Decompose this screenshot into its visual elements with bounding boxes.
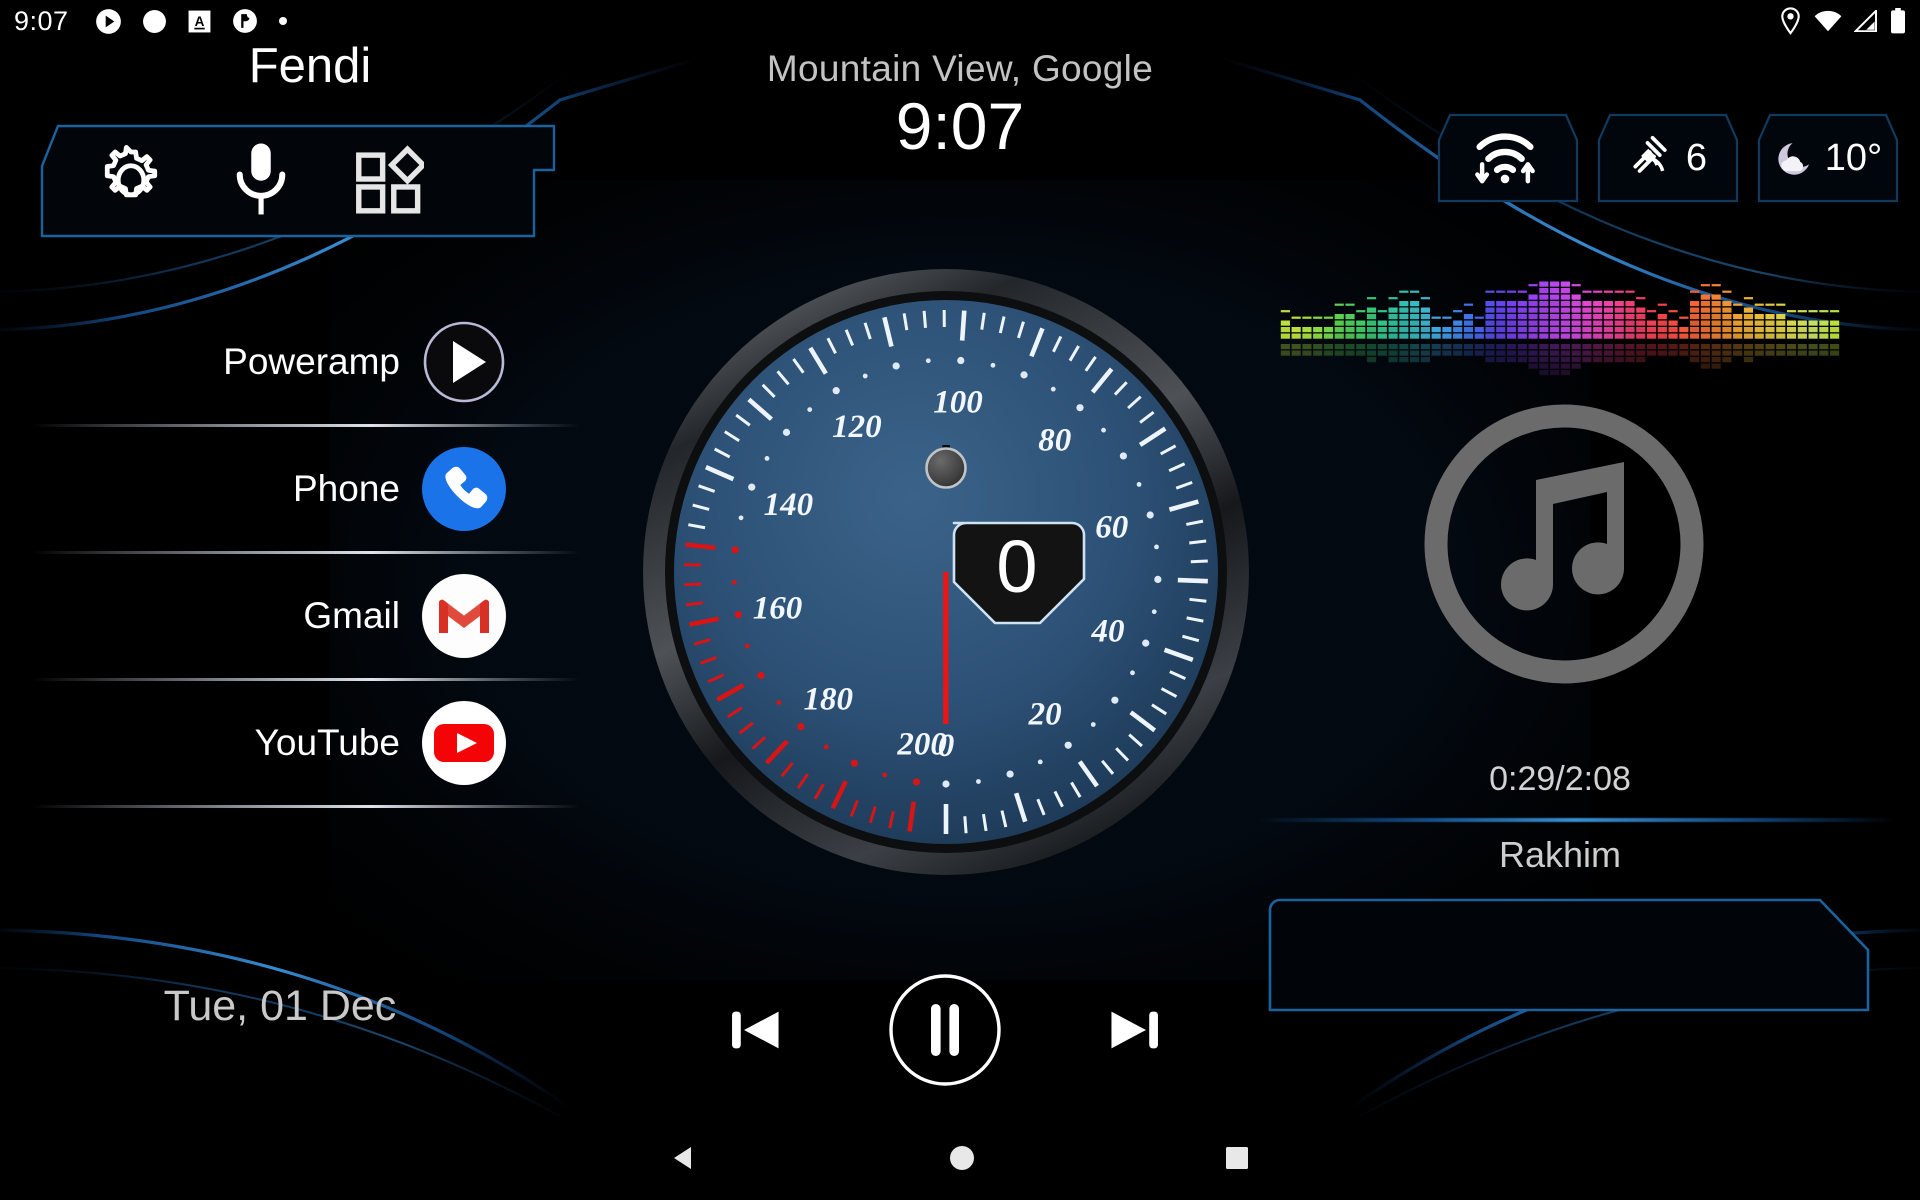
status-bar-clock: 9:07 — [14, 5, 69, 36]
date-label: Tue, 01 Dec — [163, 982, 397, 1030]
svg-text:60: 60 — [1095, 510, 1128, 546]
app-row-youtube[interactable]: YouTube — [0, 681, 580, 805]
svg-text:40: 40 — [1091, 614, 1125, 650]
recents-square-icon[interactable] — [1224, 1145, 1250, 1171]
skip-previous-icon[interactable] — [725, 999, 787, 1061]
track-artist-label: Rakhim — [1498, 834, 1622, 875]
speedometer-gauge: 0 20 40 60 80 100 120 140 160 180 200 0 — [636, 262, 1256, 882]
svg-text:100: 100 — [933, 384, 983, 420]
status-bar-notification-icons: A — [95, 8, 288, 35]
location-label: Mountain View, Google — [766, 48, 1154, 89]
youtube-icon[interactable] — [422, 701, 506, 785]
app-label: Phone — [293, 468, 400, 509]
filled-circle-icon — [142, 9, 166, 33]
svg-text:180: 180 — [804, 681, 854, 717]
svg-text:140: 140 — [764, 487, 814, 523]
media-transport-controls — [725, 960, 1165, 1100]
svg-text:80: 80 — [1038, 423, 1071, 459]
android-navigation-bar — [0, 1116, 1920, 1200]
android-status-bar: 9:07 A — [0, 0, 1920, 42]
pause-icon[interactable] — [887, 972, 1003, 1088]
main-clock: 9:07 — [895, 89, 1025, 163]
wifi-icon — [1814, 10, 1842, 32]
back-triangle-icon[interactable] — [670, 1143, 700, 1173]
battery-icon — [1891, 8, 1905, 34]
album-art-placeholder[interactable] — [1418, 398, 1710, 690]
app-label: Poweramp — [223, 341, 400, 382]
app-label: YouTube — [254, 722, 400, 763]
app-row-phone[interactable]: Phone — [0, 427, 580, 551]
svg-text:200: 200 — [896, 726, 947, 762]
svg-text:120: 120 — [832, 409, 882, 445]
app-letter-a-icon: A — [188, 10, 210, 32]
app-row-gmail[interactable]: Gmail — [0, 554, 580, 678]
audio-spectrum-visualizer — [1280, 271, 1840, 386]
location-pin-icon — [1781, 7, 1800, 35]
speedometer-svg: 020406080100120140160180200 0 — [643, 269, 1249, 875]
play-circle-icon — [95, 8, 121, 34]
app-row-poweramp[interactable]: Poweramp — [0, 300, 580, 424]
media-separator — [1255, 818, 1895, 822]
app-label: Gmail — [303, 595, 400, 636]
track-position-label: 0:29/2:08 — [1489, 760, 1631, 798]
overflow-dot-icon — [278, 17, 287, 25]
notification-app-icon — [232, 9, 257, 33]
car-launcher-screen: 9:07 A Mountain View, Google 9:07 6 10° … — [0, 0, 1920, 1200]
phone-icon[interactable] — [422, 447, 506, 531]
poweramp-play-icon[interactable] — [422, 320, 506, 404]
gmail-icon[interactable] — [422, 574, 506, 658]
digital-speed-value: 0 — [996, 525, 1037, 608]
date-block: Tue, 01 Dec — [0, 982, 560, 1031]
header-block: Mountain View, Google 9:07 — [0, 48, 1920, 162]
app-shortcut-list: Poweramp Phone Gmail YouTube — [0, 300, 580, 808]
home-circle-icon[interactable] — [948, 1144, 976, 1172]
svg-text:A: A — [194, 14, 204, 29]
svg-text:160: 160 — [753, 591, 803, 627]
status-bar-system-icons — [1779, 7, 1906, 35]
title-panel-frame — [1268, 898, 1870, 1012]
skip-next-icon[interactable] — [1103, 999, 1165, 1061]
track-title-panel — [1260, 892, 1880, 1018]
cellular-signal-icon — [1854, 10, 1877, 32]
list-divider — [32, 805, 580, 808]
svg-text:20: 20 — [1028, 697, 1062, 733]
spectrum-svg — [1280, 271, 1840, 376]
music-note-icon — [1424, 404, 1704, 684]
